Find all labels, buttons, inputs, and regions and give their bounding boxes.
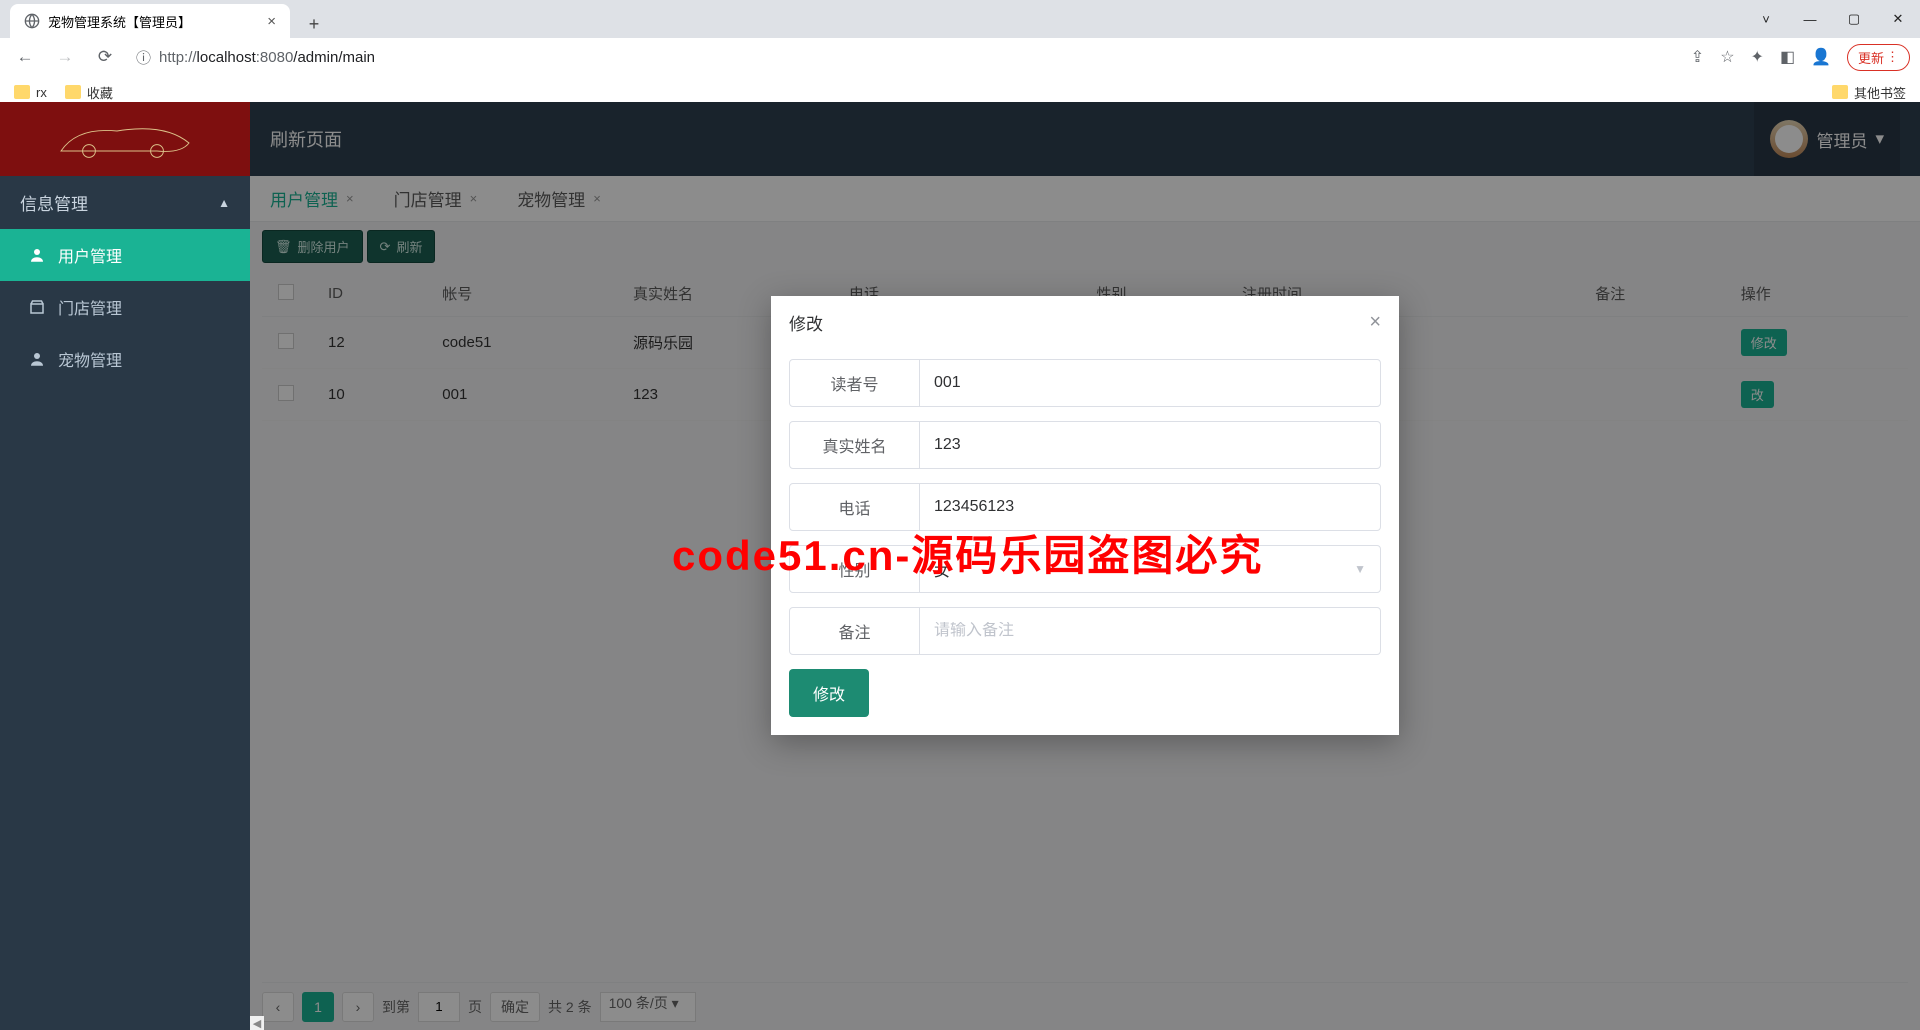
browser-tab[interactable]: 宠物管理系统【管理员】 × xyxy=(10,4,290,38)
url-path: /admin/main xyxy=(293,49,375,66)
globe-icon xyxy=(24,13,40,29)
sidebar: 信息管理 ▲ 用户管理 门店管理 宠物管理 xyxy=(0,102,250,1030)
url-host: localhost xyxy=(197,49,256,66)
site-info-icon[interactable]: ⓘ xyxy=(136,47,151,68)
field-reader-no: 读者号 xyxy=(789,359,1381,407)
sidebar-item-users[interactable]: 用户管理 xyxy=(0,229,250,281)
modal-form: 读者号 真实姓名 电话 性别 ▼ xyxy=(771,349,1399,735)
remark-input[interactable] xyxy=(934,622,1366,640)
side-panel-icon[interactable]: ◧ xyxy=(1780,47,1795,67)
gender-select[interactable]: ▼ xyxy=(920,546,1380,592)
main: 刷新页面 管理员 ▾ 用户管理× 门店管理× 宠物管理× 🗑 删除用户 ⟳ 刷新 xyxy=(250,102,1920,1030)
url-scheme: http:// xyxy=(159,49,197,66)
extensions-icon[interactable]: ✦ xyxy=(1751,47,1764,67)
new-tab-button[interactable]: + xyxy=(300,10,328,38)
chevron-up-icon: ▲ xyxy=(218,196,230,210)
tab-bar: 宠物管理系统【管理员】 × + ˅ — ▢ ✕ xyxy=(0,0,1920,38)
maximize-button[interactable]: ▢ xyxy=(1832,0,1876,38)
sidebar-item-pets[interactable]: 宠物管理 xyxy=(0,333,250,385)
window-controls: ˅ — ▢ ✕ xyxy=(1744,0,1920,38)
user-icon xyxy=(28,246,46,264)
phone-input[interactable] xyxy=(934,498,1366,516)
share-icon[interactable]: ⇪ xyxy=(1691,47,1704,67)
field-realname: 真实姓名 xyxy=(789,421,1381,469)
user-icon xyxy=(28,350,46,368)
url-port: :8080 xyxy=(256,49,294,66)
reload-button[interactable]: ⟳ xyxy=(90,42,120,72)
back-button[interactable]: ← xyxy=(10,42,40,72)
chevron-down-icon: ▼ xyxy=(1354,562,1366,576)
realname-input[interactable] xyxy=(934,436,1366,454)
folder-icon xyxy=(14,85,30,99)
sidebar-item-stores[interactable]: 门店管理 xyxy=(0,281,250,333)
folder-icon xyxy=(65,85,81,99)
store-icon xyxy=(28,298,46,316)
modal-overlay[interactable]: 修改 × 读者号 真实姓名 电话 xyxy=(250,102,1920,1030)
profile-icon[interactable]: 👤 xyxy=(1811,47,1831,67)
modal-header: 修改 × xyxy=(771,296,1399,349)
bookmark-star-icon[interactable]: ☆ xyxy=(1720,47,1734,67)
url-input[interactable]: ⓘ http://localhost:8080/admin/main xyxy=(130,42,1681,72)
folder-icon xyxy=(1832,85,1848,99)
field-remark: 备注 xyxy=(789,607,1381,655)
reader-no-input[interactable] xyxy=(934,374,1366,392)
other-bookmarks[interactable]: 其他书签 xyxy=(1832,83,1906,102)
update-button[interactable]: 更新 ⋮ xyxy=(1847,44,1910,71)
scroll-left-icon[interactable]: ◀ xyxy=(250,1016,264,1030)
minimize-button[interactable]: — xyxy=(1788,0,1832,38)
bookmarks-bar: rx 收藏 其他书签 xyxy=(0,76,1920,102)
chevron-down-icon[interactable]: ˅ xyxy=(1744,0,1788,38)
browser-chrome: 宠物管理系统【管理员】 × + ˅ — ▢ ✕ ← → ⟳ ⓘ http://l… xyxy=(0,0,1920,102)
submit-button[interactable]: 修改 xyxy=(789,669,869,717)
close-icon[interactable]: × xyxy=(267,13,276,30)
bookmark-item[interactable]: 收藏 xyxy=(65,83,113,102)
sidebar-section-info[interactable]: 信息管理 ▲ xyxy=(0,176,250,229)
bookmark-item[interactable]: rx xyxy=(14,85,47,100)
modal-title: 修改 xyxy=(789,310,823,335)
tab-title: 宠物管理系统【管理员】 xyxy=(48,12,191,31)
app: 信息管理 ▲ 用户管理 门店管理 宠物管理 刷新页面 管理员 ▾ 用户管理× xyxy=(0,102,1920,1030)
close-button[interactable]: ✕ xyxy=(1876,0,1920,38)
field-phone: 电话 xyxy=(789,483,1381,531)
logo xyxy=(0,102,250,176)
forward-button[interactable]: → xyxy=(50,42,80,72)
address-bar: ← → ⟳ ⓘ http://localhost:8080/admin/main… xyxy=(0,38,1920,76)
edit-modal: 修改 × 读者号 真实姓名 电话 xyxy=(771,296,1399,735)
close-icon[interactable]: × xyxy=(1369,311,1381,334)
field-gender: 性别 ▼ xyxy=(789,545,1381,593)
